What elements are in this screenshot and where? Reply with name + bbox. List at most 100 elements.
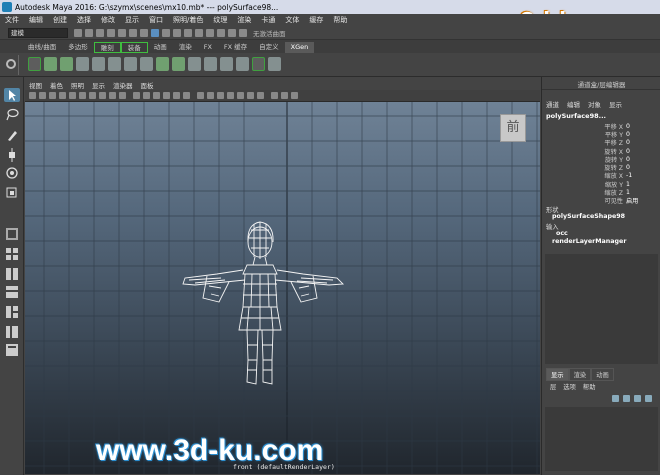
attr-row-visibility[interactable]: 可见性 启用 [542, 197, 660, 205]
snap-point-icon[interactable] [184, 28, 192, 37]
menu-create[interactable]: 创建 [48, 15, 72, 25]
field-chart-icon[interactable] [109, 92, 116, 99]
persp-outliner-layout-icon[interactable] [4, 285, 20, 299]
tab-rendering[interactable]: 渲染 [173, 42, 198, 53]
move-tool-icon[interactable] [4, 148, 20, 162]
tab-rigging[interactable]: 装备 [120, 42, 148, 53]
snap-surface-icon[interactable] [195, 28, 203, 37]
gamma-icon[interactable] [281, 92, 288, 99]
xray-joints-icon[interactable] [207, 92, 214, 99]
film-gate-icon[interactable] [79, 92, 86, 99]
cb-menu-show[interactable]: 显示 [605, 99, 626, 109]
menu-select[interactable]: 选择 [72, 15, 96, 25]
smooth-shade-icon[interactable] [143, 92, 150, 99]
selected-object-name[interactable]: polySurface98... [546, 112, 606, 120]
menu-set-select[interactable]: 建模 [8, 27, 68, 38]
single-view-layout-icon[interactable] [4, 227, 20, 241]
cb-menu-edit[interactable]: 编辑 [563, 99, 584, 109]
anti-aliasing-icon[interactable] [247, 92, 254, 99]
menu-render[interactable]: 渲染 [232, 15, 256, 25]
select-camera-icon[interactable] [29, 92, 36, 99]
render-icon[interactable] [217, 28, 225, 37]
menu-lighting-shading[interactable]: 照明/着色 [168, 15, 208, 25]
panel-menu-shading[interactable]: 着色 [46, 80, 67, 90]
live-surface-field[interactable]: 无激活曲面 [253, 28, 286, 38]
history-icon[interactable] [206, 28, 214, 37]
tab-render-layers[interactable]: 渲染 [568, 368, 592, 381]
shadows-icon[interactable] [183, 92, 190, 99]
exposure-icon[interactable] [271, 92, 278, 99]
color-management-icon[interactable] [291, 92, 298, 99]
add-guides-icon[interactable] [76, 57, 89, 71]
layer-menu-layers[interactable]: 层 [550, 382, 556, 391]
tab-animation[interactable]: 动画 [148, 42, 173, 53]
select-hierarchy-icon[interactable] [129, 28, 137, 37]
grid-toggle-icon[interactable] [69, 92, 76, 99]
xgen-groom-icon[interactable] [268, 57, 281, 71]
rotate-tool-icon[interactable] [4, 166, 20, 180]
xgen-preview-icon[interactable] [252, 57, 265, 71]
open-scene-icon[interactable] [85, 28, 93, 37]
input-node-render-layer-manager[interactable]: renderLayerManager [552, 238, 626, 245]
panel-menu-show[interactable]: 显示 [88, 80, 109, 90]
shelf-settings-gear-icon[interactable] [6, 59, 16, 69]
select-object-icon[interactable] [140, 28, 148, 37]
tab-xgen[interactable]: XGen [284, 42, 315, 53]
lasso-tool-icon[interactable] [4, 108, 20, 122]
menu-modify[interactable]: 修改 [96, 15, 120, 25]
gate-mask-icon[interactable] [99, 92, 106, 99]
xgen-editor-icon[interactable] [44, 57, 57, 71]
outliner-layout-icon[interactable] [4, 325, 20, 339]
snap-curve-icon[interactable] [173, 28, 181, 37]
menu-edit[interactable]: 编辑 [24, 15, 48, 25]
depth-of-field-icon[interactable] [257, 92, 264, 99]
menu-windows[interactable]: 窗口 [144, 15, 168, 25]
textured-icon[interactable] [163, 92, 170, 99]
render-settings-icon[interactable] [239, 28, 247, 37]
snap-grid-icon[interactable] [162, 28, 170, 37]
move-layer-up-icon[interactable] [612, 395, 619, 402]
ambient-occlusion-icon[interactable] [227, 92, 234, 99]
guide-bend-icon[interactable] [188, 57, 201, 71]
select-tool-icon[interactable] [4, 88, 20, 102]
camera-attributes-icon[interactable] [39, 92, 46, 99]
menu-display[interactable]: 显示 [120, 15, 144, 25]
menu-file[interactable]: 文件 [0, 15, 24, 25]
cb-menu-channels[interactable]: 通道 [542, 99, 563, 109]
resolution-gate-icon[interactable] [89, 92, 96, 99]
tab-fx-caching[interactable]: FX 缓存 [218, 42, 253, 53]
tab-curves-surfaces[interactable]: 曲线/曲面 [22, 42, 62, 53]
guide-length-icon[interactable] [140, 57, 153, 71]
place-guide-icon[interactable] [108, 57, 121, 71]
image-plane-icon[interactable] [59, 92, 66, 99]
new-empty-layer-icon[interactable] [634, 395, 641, 402]
safe-action-icon[interactable] [119, 92, 126, 99]
select-component-icon[interactable] [151, 28, 159, 37]
redo-icon[interactable] [118, 28, 126, 37]
save-scene-icon[interactable] [96, 28, 104, 37]
guide-comb-icon[interactable] [204, 57, 217, 71]
tab-anim-layers[interactable]: 动画 [591, 368, 614, 381]
layer-menu-options[interactable]: 选项 [563, 382, 576, 391]
layer-menu-help[interactable]: 帮助 [583, 382, 596, 391]
persp-graph-layout-icon[interactable] [4, 305, 20, 319]
menu-toon[interactable]: 卡通 [256, 15, 280, 25]
four-view-layout-icon[interactable] [4, 247, 20, 261]
menu-cache[interactable]: 缓存 [304, 15, 328, 25]
viewport-panel[interactable]: 前 front (defaultRenderLayer) [25, 102, 540, 474]
xray-icon[interactable] [197, 92, 204, 99]
xgen-mesh-icon[interactable] [156, 57, 169, 71]
tab-fx[interactable]: FX [198, 42, 218, 53]
xgen-layer-icon[interactable] [172, 57, 185, 71]
new-layer-from-selection-icon[interactable] [645, 395, 652, 402]
create-description-icon[interactable] [60, 57, 73, 71]
guide-smooth-icon[interactable] [236, 57, 249, 71]
cb-menu-object[interactable]: 对象 [584, 99, 605, 109]
panel-menu-panels[interactable]: 面板 [137, 80, 158, 90]
guide-tip-icon[interactable] [220, 57, 233, 71]
input-node-occ[interactable]: occ [556, 230, 568, 237]
tab-polygons[interactable]: 多边形 [62, 42, 94, 53]
panel-menu-lighting[interactable]: 照明 [67, 80, 88, 90]
sculpt-guides-icon[interactable] [92, 57, 105, 71]
wireframe-icon[interactable] [133, 92, 140, 99]
